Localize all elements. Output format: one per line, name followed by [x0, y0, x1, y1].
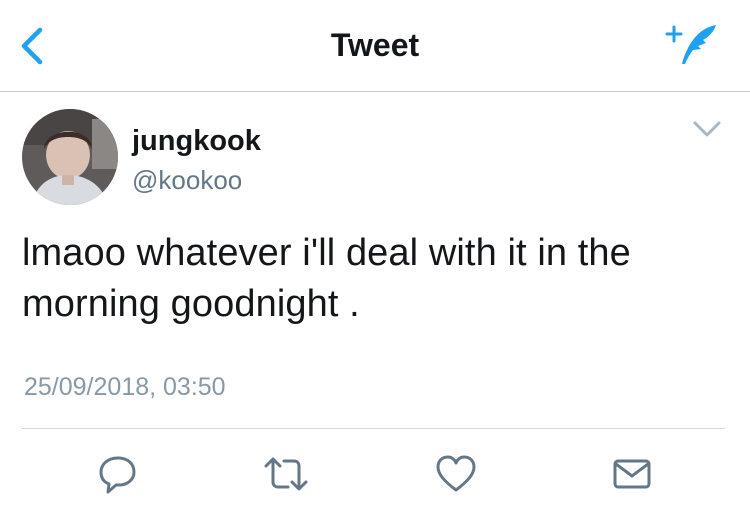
like-icon — [436, 455, 476, 492]
compose-tweet-button[interactable] — [664, 22, 724, 68]
avatar[interactable] — [22, 109, 118, 205]
tweet-timestamp: 25/09/2018, 03:50 — [24, 373, 226, 401]
chevron-down-icon — [693, 121, 721, 137]
back-button[interactable] — [14, 24, 50, 68]
tweet-text-line: morning goodnight . — [22, 283, 360, 325]
tweet-text-line: lmaoo whatever i'll deal with it in the — [22, 232, 631, 274]
author-handle[interactable]: @kookoo — [132, 167, 242, 193]
compose-tweet-icon — [665, 25, 716, 64]
direct-message-icon — [613, 459, 651, 489]
retweet-button[interactable] — [262, 452, 310, 496]
page-title: Tweet — [330, 27, 420, 63]
reply-icon — [99, 456, 136, 494]
like-button[interactable] — [432, 452, 480, 496]
chevron-left-icon — [21, 27, 43, 65]
profile-photo — [22, 109, 118, 205]
direct-message-button[interactable] — [608, 452, 656, 496]
retweet-icon — [264, 457, 308, 491]
divider — [22, 428, 725, 429]
tweet-menu-button[interactable] — [690, 117, 724, 141]
reply-button[interactable] — [94, 452, 142, 496]
top-navigation-bar: Tweet — [0, 0, 750, 92]
tweet-text: lmaoo whatever i'll deal with it in the … — [22, 228, 732, 330]
author-display-name[interactable]: jungkook — [132, 127, 261, 156]
